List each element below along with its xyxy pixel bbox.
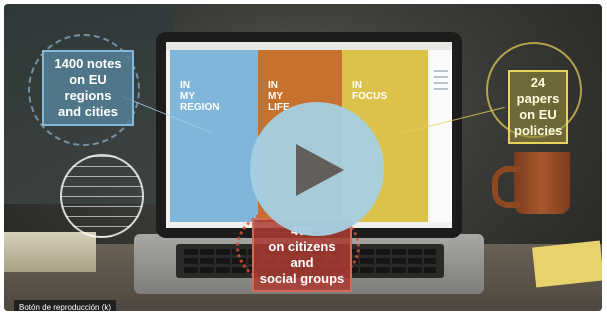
video-player[interactable]: IN MY REGION IN MY LIFE IN FOCUS 1400 no… — [4, 4, 602, 311]
books — [4, 232, 96, 272]
play-icon — [296, 144, 344, 196]
globe-icon — [60, 154, 144, 238]
panel-label-focus: IN FOCUS — [352, 80, 387, 102]
callout-papers: 24 papers on EU policies — [508, 70, 568, 144]
play-button[interactable] — [250, 102, 384, 236]
panel-label-region: IN MY REGION — [180, 80, 220, 113]
play-button-tooltip: Botón de reproducción (k) — [14, 300, 117, 311]
screen-sidebar — [430, 50, 452, 222]
callout-notes: 1400 notes on EU regions and cities — [42, 50, 134, 126]
browser-bar — [166, 42, 452, 50]
sticky-notes — [532, 240, 602, 288]
panel-in-my-region: IN MY REGION — [170, 50, 258, 222]
coffee-mug — [492, 152, 570, 214]
